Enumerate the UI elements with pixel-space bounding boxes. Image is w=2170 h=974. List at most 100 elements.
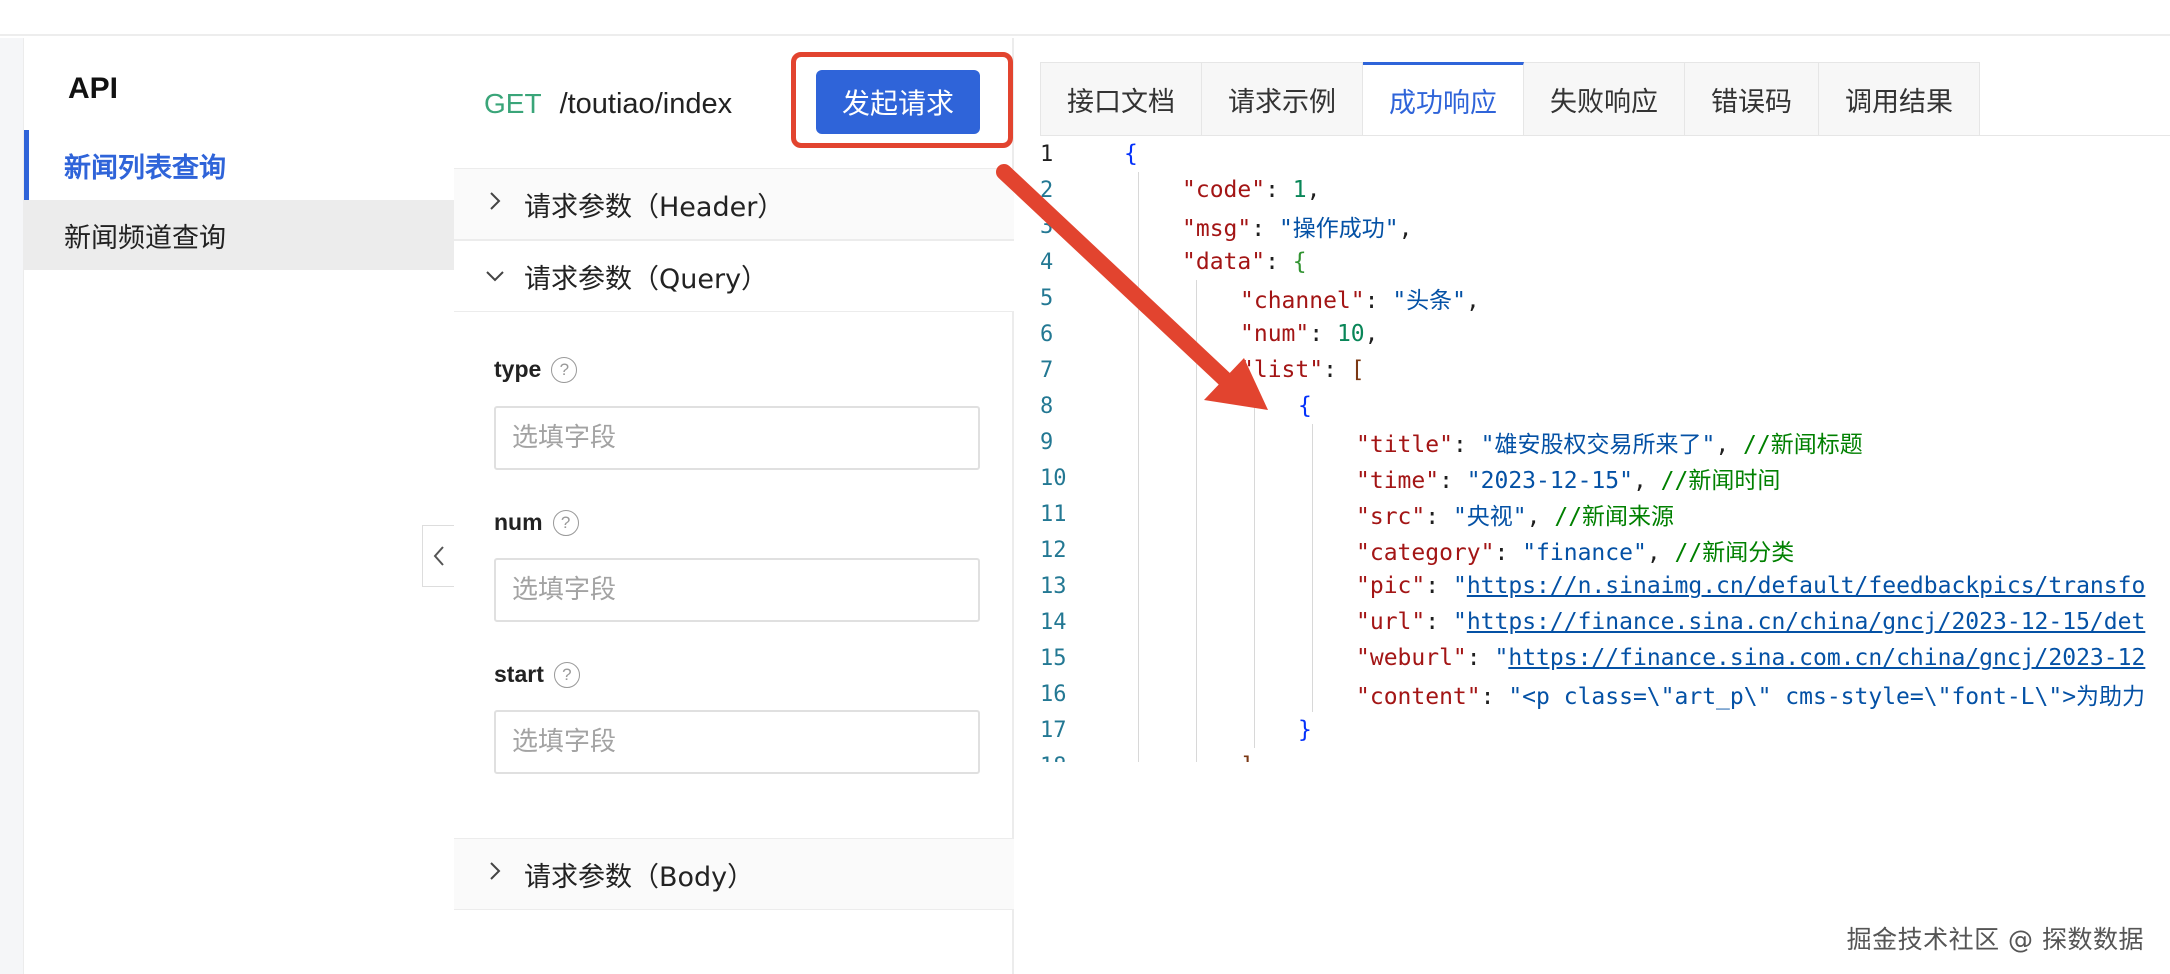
code-token: 10 bbox=[1336, 321, 1365, 347]
indent-guide bbox=[1196, 280, 1197, 762]
code-token: 1 bbox=[1292, 177, 1307, 203]
field-label-type: type ? bbox=[494, 356, 578, 383]
code-token: , bbox=[1306, 177, 1321, 203]
code-token: { bbox=[1298, 393, 1312, 419]
code-line: 9 "title": "雄安股权交易所来了", //新闻标题 bbox=[1014, 424, 2170, 460]
code-text: "code": 1, bbox=[1182, 177, 1321, 203]
code-token: : bbox=[1480, 684, 1509, 710]
code-token: : bbox=[1425, 609, 1453, 635]
tab-success-response[interactable]: 成功响应 bbox=[1363, 62, 1524, 136]
field-label-num: num ? bbox=[494, 509, 579, 536]
code-token: "category" bbox=[1356, 540, 1495, 566]
code-token: : bbox=[1425, 573, 1453, 599]
code-token: "2023-12-15" bbox=[1466, 468, 1633, 494]
type-input[interactable] bbox=[494, 406, 980, 470]
tab-request-example[interactable]: 请求示例 bbox=[1202, 62, 1363, 136]
code-token: [ bbox=[1350, 357, 1365, 383]
code-token: ] bbox=[1240, 753, 1254, 762]
code-token: , bbox=[1398, 216, 1413, 242]
code-token: " bbox=[1452, 573, 1467, 599]
code-line: 1{ bbox=[1014, 136, 2170, 172]
collapse-panel-button[interactable] bbox=[422, 525, 454, 587]
chevron-left-icon bbox=[433, 546, 444, 566]
code-token: "code" bbox=[1182, 177, 1266, 203]
code-line: 2 "code": 1, bbox=[1014, 172, 2170, 208]
code-viewer[interactable]: 1{2 "code": 1, 3 "msg": "操作成功", 4 "data": {5 "… bbox=[1014, 136, 2170, 762]
code-line: 6 "num": 10, bbox=[1014, 316, 2170, 352]
question-circle-icon[interactable]: ? bbox=[553, 661, 580, 688]
code-token: https://n.sinaimg.cn/default/feedbackpic… bbox=[1466, 573, 2146, 599]
code-token: : bbox=[1265, 249, 1293, 275]
section-body-params[interactable]: 请求参数（Body） bbox=[454, 838, 1014, 910]
line-number: 1 bbox=[1040, 141, 1054, 167]
code-token: "finance" bbox=[1522, 540, 1647, 566]
code-token: "data" bbox=[1182, 249, 1266, 275]
code-text: "category": "finance", //新闻分类 bbox=[1356, 533, 1794, 567]
code-line: 11 "src": "央视", //新闻来源 bbox=[1014, 496, 2170, 532]
tab-error-codes[interactable]: 错误码 bbox=[1685, 62, 1819, 136]
field-label-start: start ? bbox=[494, 661, 580, 688]
code-token: "title" bbox=[1356, 432, 1453, 458]
section-query-label: 请求参数（Query） bbox=[524, 263, 769, 295]
code-token: "央视" bbox=[1452, 504, 1527, 530]
section-header-params[interactable]: 请求参数（Header） bbox=[454, 168, 1014, 240]
line-number: 17 bbox=[1040, 717, 1067, 743]
code-text: "msg": "操作成功", bbox=[1182, 209, 1413, 243]
code-token: //新闻标题 bbox=[1743, 432, 1863, 458]
code-text: "list": [ bbox=[1240, 357, 1365, 383]
response-panel: 接口文档 请求示例 成功响应 失败响应 错误码 调用结果 1{2 "code": … bbox=[1014, 38, 2170, 974]
section-header-label: 请求参数（Header） bbox=[524, 191, 785, 223]
tab-failure-response[interactable]: 失败响应 bbox=[1524, 62, 1685, 136]
code-line: 14 "url": "https://finance.sina.cn/china/… bbox=[1014, 604, 2170, 640]
code-token: , bbox=[1466, 288, 1480, 314]
code-text: } bbox=[1298, 717, 1312, 743]
tab-api-docs[interactable]: 接口文档 bbox=[1040, 62, 1202, 136]
code-line: 16 "content": "<p class=\"art_p\" cms-sty… bbox=[1014, 676, 2170, 712]
code-line: 5 "channel": "头条", bbox=[1014, 280, 2170, 316]
left-strip bbox=[0, 38, 24, 974]
code-token: : bbox=[1452, 432, 1481, 458]
code-token: : bbox=[1323, 357, 1351, 383]
line-number: 5 bbox=[1040, 285, 1054, 311]
section-query-params[interactable]: 请求参数（Query） bbox=[454, 240, 1014, 312]
code-line: 15 "weburl": "https://finance.sina.com.cn… bbox=[1014, 640, 2170, 676]
code-line: 17} bbox=[1014, 712, 2170, 748]
start-input[interactable] bbox=[494, 710, 980, 774]
request-line: GET /toutiao/index bbox=[484, 88, 732, 121]
code-token: "msg" bbox=[1182, 216, 1252, 242]
code-token: "操作成功" bbox=[1278, 216, 1399, 242]
code-text: "channel": "头条", bbox=[1240, 281, 1480, 315]
num-input[interactable] bbox=[494, 558, 980, 622]
tab-call-result[interactable]: 调用结果 bbox=[1819, 62, 1980, 136]
question-circle-icon[interactable]: ? bbox=[552, 509, 579, 536]
question-circle-icon[interactable]: ? bbox=[551, 356, 578, 383]
code-token: , bbox=[1364, 321, 1379, 347]
code-token: "weburl" bbox=[1356, 645, 1467, 671]
http-method: GET bbox=[484, 88, 542, 119]
nav-item-news-list[interactable]: 新闻列表查询 bbox=[24, 130, 454, 200]
code-line: 18] bbox=[1014, 748, 2170, 762]
line-number: 15 bbox=[1040, 645, 1067, 671]
code-token: https://finance.sina.cn/china/gncj/2023-… bbox=[1466, 609, 2146, 635]
code-token: : bbox=[1425, 504, 1453, 530]
line-number: 13 bbox=[1040, 573, 1067, 599]
chevron-down-icon bbox=[480, 264, 510, 289]
section-body-label: 请求参数（Body） bbox=[524, 861, 755, 893]
code-token: { bbox=[1124, 141, 1138, 167]
code-token: : bbox=[1309, 321, 1337, 347]
line-number: 18 bbox=[1040, 754, 1100, 763]
code-text: "pic": "https://n.sinaimg.cn/default/fee… bbox=[1356, 573, 2145, 599]
code-token: : bbox=[1364, 288, 1393, 314]
code-token: "channel" bbox=[1240, 288, 1365, 314]
code-line: 8{ bbox=[1014, 388, 2170, 424]
code-token: "<p class=\"art_p\" cms-style=\"font-L\"… bbox=[1508, 684, 2146, 710]
code-token: //新闻来源 bbox=[1554, 504, 1675, 530]
request-panel: GET /toutiao/index 发起请求 请求参数（Header） 请求参… bbox=[454, 38, 1014, 974]
api-nav: API 新闻列表查询 新闻频道查询 bbox=[24, 38, 454, 974]
code-token: "time" bbox=[1356, 468, 1440, 494]
code-token: " bbox=[1494, 645, 1509, 671]
code-token: //新闻时间 bbox=[1660, 468, 1781, 494]
line-number: 16 bbox=[1040, 681, 1067, 707]
nav-item-news-channel[interactable]: 新闻频道查询 bbox=[24, 200, 454, 270]
chevron-right-icon bbox=[480, 190, 510, 218]
